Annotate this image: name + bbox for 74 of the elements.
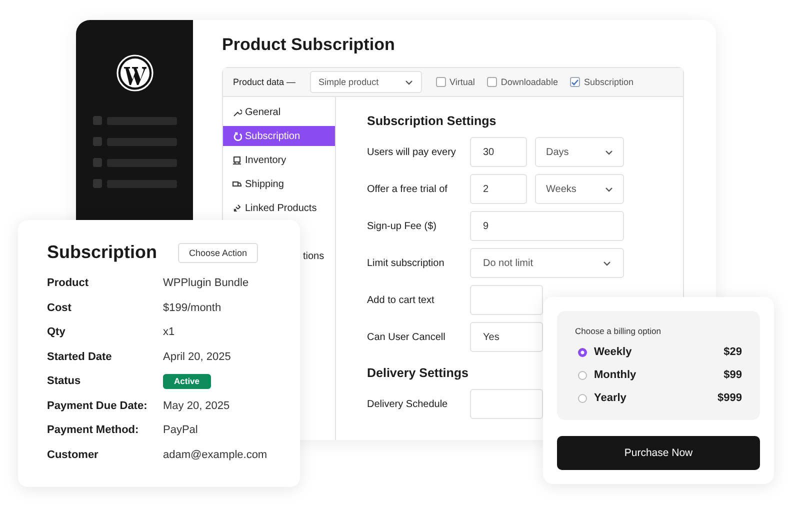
chevron-icon	[404, 80, 413, 84]
placeholder-square	[92, 179, 102, 188]
detail-label: Qty	[47, 325, 66, 340]
field-label: Sign-up Fee ($)	[367, 220, 438, 232]
product-data-label: Product data —	[233, 77, 296, 87]
tab[interactable]: Linked Products	[223, 198, 335, 218]
billing-prompt: Choose a billing option	[575, 326, 662, 336]
section-heading: Delivery Settings	[367, 366, 468, 380]
truck-icon	[232, 179, 242, 189]
checkbox[interactable]	[436, 77, 446, 87]
box-icon	[232, 155, 242, 165]
chevron-icon	[605, 186, 613, 192]
detail-value: WPPlugin Bundle	[163, 276, 250, 291]
detail-label: Payment Due Date:	[47, 398, 148, 414]
product-type-select[interactable]: Simple product	[310, 71, 422, 93]
wordpress-logo-icon	[116, 54, 154, 92]
field-label: Limit subscription	[367, 258, 446, 268]
option-price: $999	[718, 392, 742, 404]
purchase-button[interactable]: Purchase Now	[557, 436, 760, 470]
checkbox-label: Downloadable	[500, 77, 558, 87]
checkbox[interactable]	[486, 77, 497, 87]
input-field[interactable]: 30	[470, 137, 527, 167]
checkbox[interactable]	[570, 77, 580, 87]
tab[interactable]: General	[223, 102, 335, 122]
unit-select[interactable]: Weeks	[535, 174, 624, 204]
option-label: Monthly	[594, 369, 638, 381]
option-label: Yearly	[594, 392, 628, 404]
dropdown-select[interactable]: Do not limit	[470, 248, 624, 278]
tab[interactable]: tions	[303, 246, 324, 266]
field-label: Offer a free trial of	[367, 184, 448, 194]
option-price: $29	[724, 346, 742, 358]
input-field[interactable]: 9	[470, 211, 624, 241]
detail-value: x1	[163, 325, 176, 340]
refresh-icon	[232, 131, 242, 141]
radio-button[interactable]	[578, 370, 587, 380]
field-label: Users will pay every	[367, 146, 457, 158]
field-label: Can User Cancell	[367, 332, 446, 342]
chevron-icon	[605, 150, 613, 154]
detail-label: Started Date	[47, 350, 113, 364]
input-field[interactable]: Yes	[470, 322, 543, 352]
detail-label: Cost	[47, 300, 72, 316]
section-heading: Subscription Settings	[367, 114, 496, 128]
placeholder-square	[92, 116, 102, 125]
page-title: Product Subscription	[222, 35, 396, 55]
card-title: Subscription	[47, 242, 158, 263]
detail-label: Status	[47, 374, 82, 389]
input-field[interactable]	[470, 285, 543, 315]
detail-value: adam@example.com	[163, 448, 268, 462]
detail-value: $199/month	[163, 300, 222, 316]
tab[interactable]: Inventory	[223, 150, 335, 170]
tab[interactable]: Shipping	[223, 174, 335, 194]
tab[interactable]: Subscription	[223, 126, 335, 146]
placeholder-square	[92, 158, 102, 167]
field-label: Delivery Schedule	[367, 398, 449, 410]
detail-value: April 20, 2025	[163, 350, 232, 364]
detail-label: Customer	[47, 448, 100, 462]
chevron-icon	[603, 260, 611, 266]
option-label: Weekly	[594, 346, 633, 358]
field-label: Add to cart text	[367, 294, 436, 306]
option-price: $99	[724, 369, 742, 381]
choose-action-button[interactable]: Choose Action	[178, 242, 258, 262]
checkbox-label: Subscription	[584, 77, 634, 87]
input-field[interactable]	[470, 389, 543, 419]
detail-label: Payment Method:	[47, 423, 140, 438]
status-badge: Active	[163, 374, 211, 389]
unit-select[interactable]: Days	[535, 137, 624, 167]
radio-button[interactable]	[578, 394, 587, 402]
input-field[interactable]: 2	[470, 174, 527, 204]
placeholder-square	[92, 137, 102, 146]
detail-value: May 20, 2025	[163, 398, 231, 414]
detail-label: Product	[47, 276, 90, 291]
detail-value: PayPal	[163, 423, 199, 438]
checkbox-label: Virtual	[450, 77, 475, 87]
radio-button[interactable]	[578, 348, 587, 356]
